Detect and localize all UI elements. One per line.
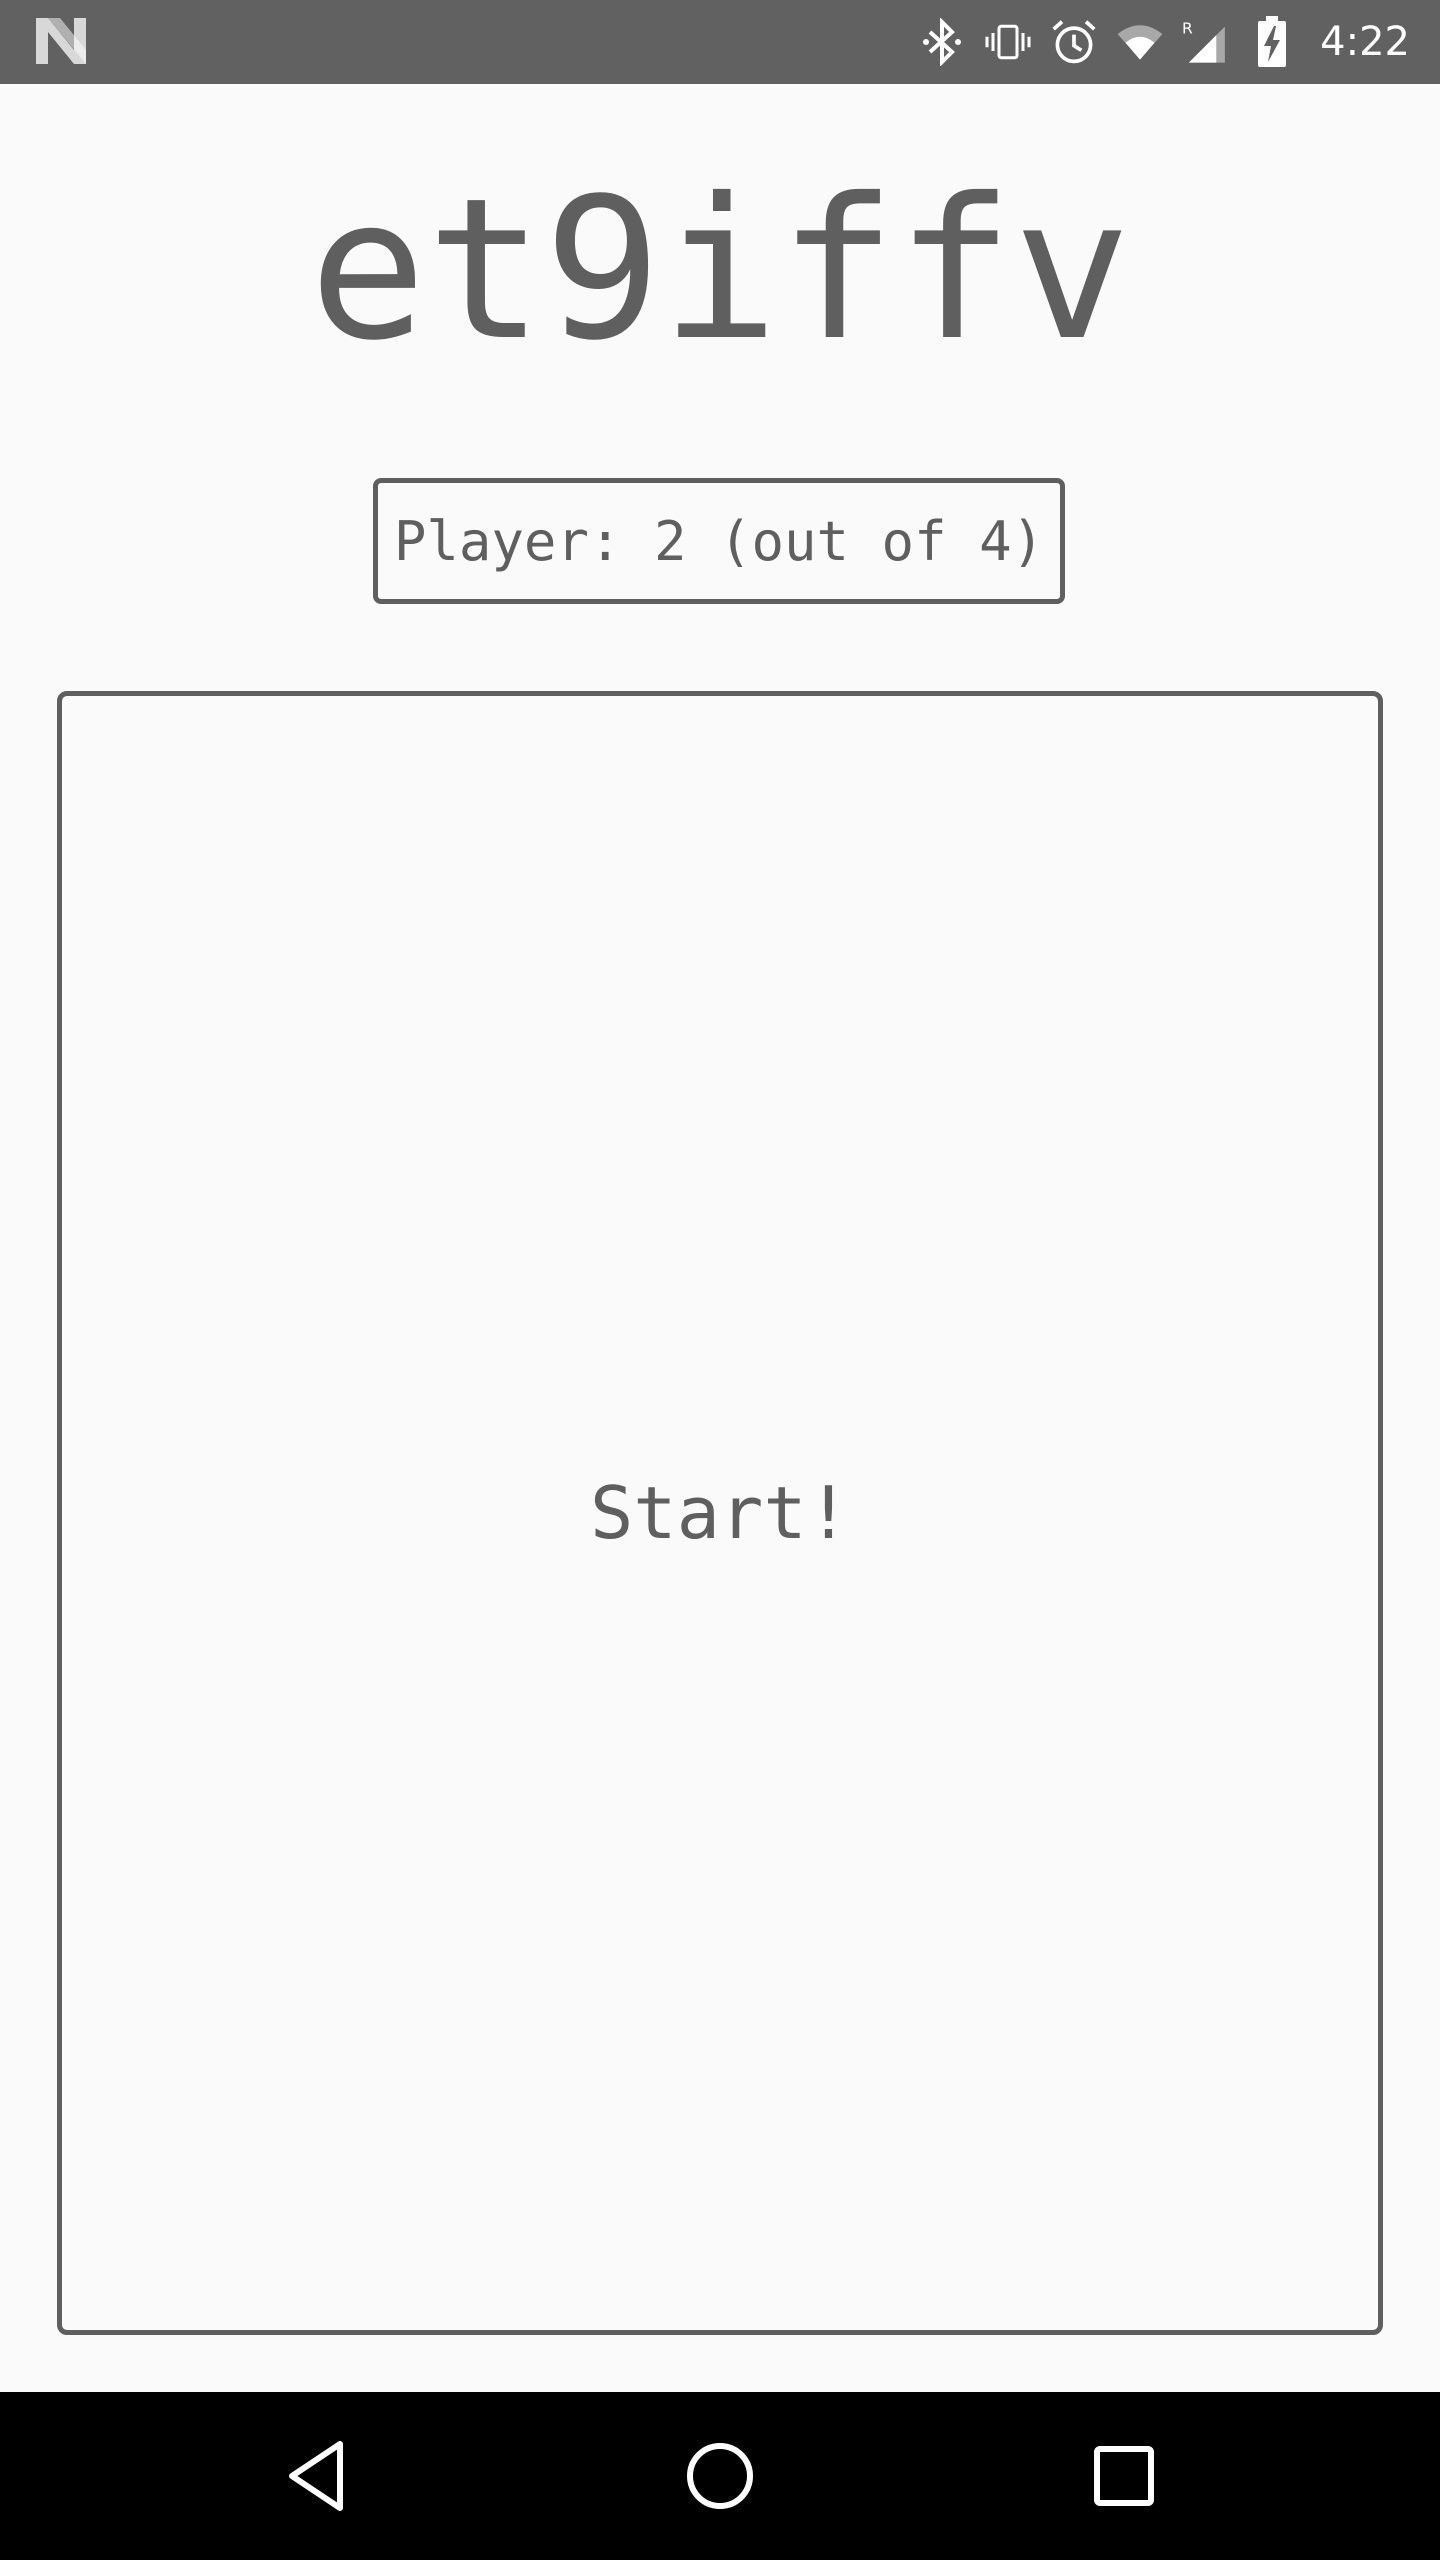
status-bar: R 4:22 [0,0,1440,84]
battery-charging-icon [1248,16,1296,67]
wifi-icon [1116,18,1164,66]
navigation-bar [0,2392,1440,2560]
android-n-logo [36,18,86,64]
recents-icon [1094,2446,1154,2506]
start-button[interactable]: Start! [57,691,1383,2335]
back-button[interactable] [267,2426,367,2526]
vibrate-icon [984,18,1032,66]
status-time: 4:22 [1320,19,1410,65]
player-label: Player: 2 (out of 4) [393,509,1045,573]
bluetooth-icon [918,18,966,66]
back-icon [289,2441,343,2511]
home-button[interactable] [670,2426,770,2526]
status-icons: R 4:22 [918,0,1410,84]
home-icon [687,2443,753,2509]
game-screen: R 4:22 et9iffv Player: 2 (out of 4) Star… [0,0,1440,2560]
signal-roaming-icon: R [1182,18,1230,66]
alarm-icon [1050,18,1098,66]
roaming-label: R [1182,19,1193,37]
recents-button[interactable] [1074,2426,1174,2526]
player-indicator: Player: 2 (out of 4) [373,478,1065,604]
game-code-title: et9iffv [309,156,1131,383]
start-label: Start! [589,1471,851,1555]
